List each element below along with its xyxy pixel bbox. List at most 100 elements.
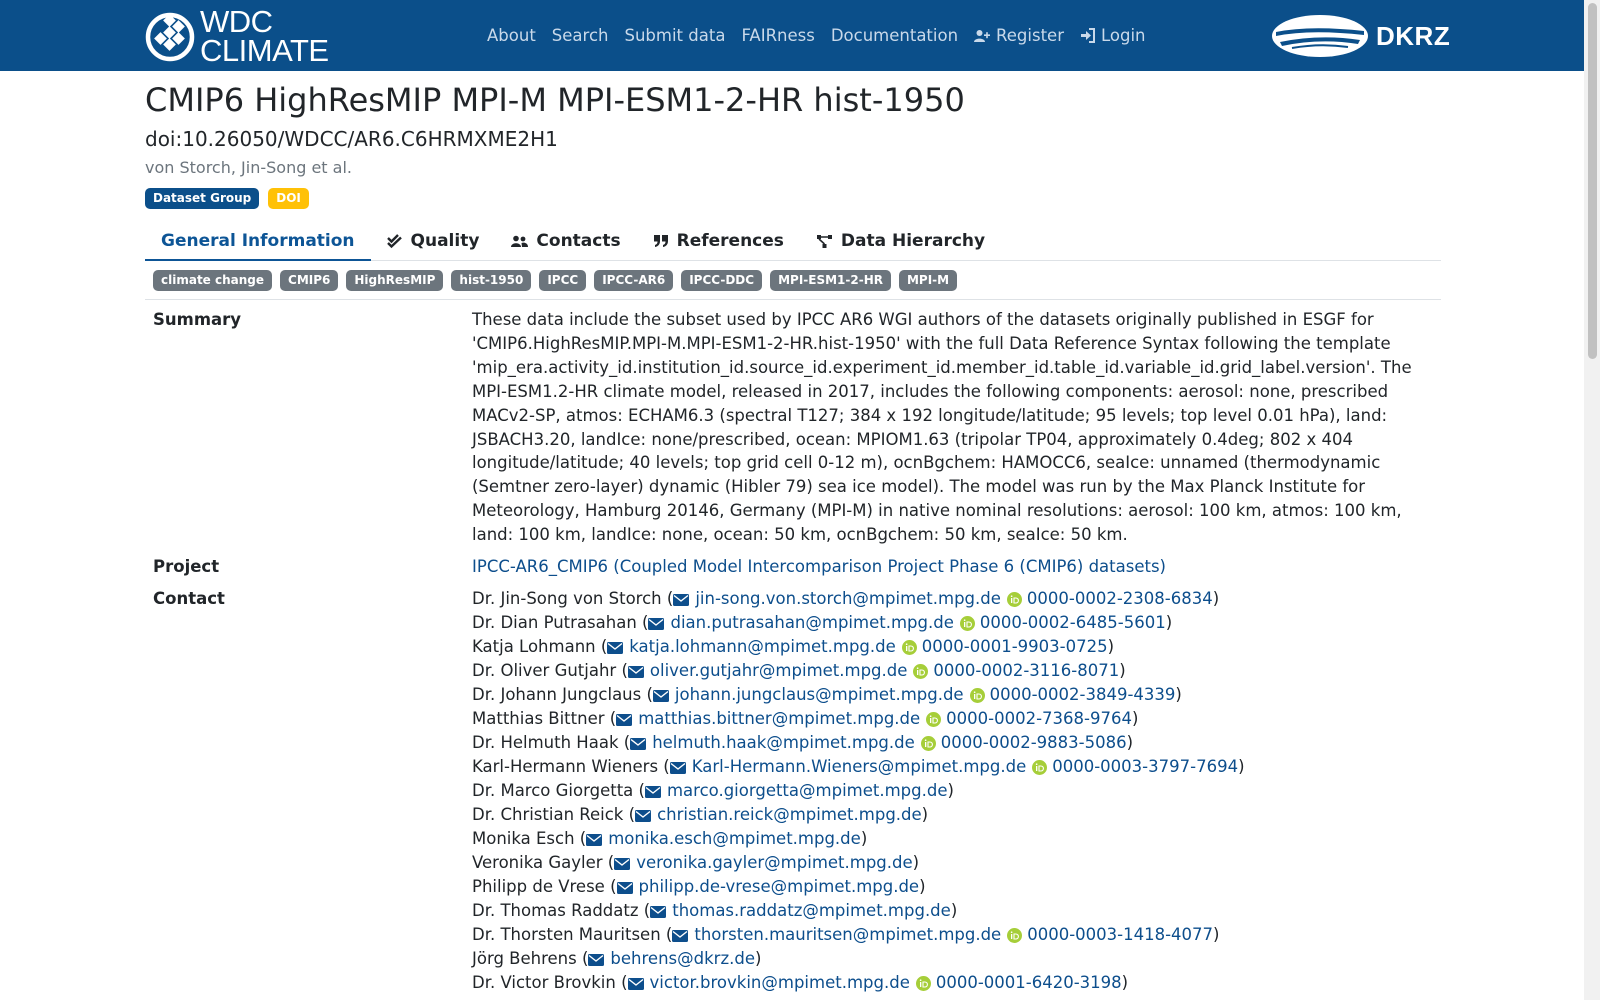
wdc-climate-logo[interactable]: WDC CLIMATE bbox=[144, 6, 329, 66]
orcid-icon bbox=[901, 640, 917, 656]
contact-email-link[interactable]: dian.putrasahan@mpimet.mpg.de bbox=[648, 613, 954, 632]
contact-email-link[interactable]: jin-song.von.storch@mpimet.mpg.de bbox=[673, 589, 1001, 608]
tab-contacts[interactable]: Contacts bbox=[495, 222, 636, 260]
orcid-icon bbox=[1032, 760, 1048, 776]
nav-documentation[interactable]: Documentation bbox=[823, 26, 966, 45]
tag-cmip6[interactable]: CMIP6 bbox=[280, 270, 339, 291]
contact-entry: Dr. Victor Brovkin (victor.brovkin@mpime… bbox=[472, 973, 1129, 993]
contact-orcid: 0000-0002-3116-8071 bbox=[933, 661, 1120, 681]
envelope-icon bbox=[627, 978, 644, 991]
contact-name: Jörg Behrens bbox=[472, 949, 577, 969]
envelope-icon bbox=[644, 786, 661, 799]
nav-search[interactable]: Search bbox=[544, 26, 617, 45]
contact-orcid-link[interactable]: 0000-0002-3849-4339 bbox=[964, 685, 1176, 705]
tag-ipcc-ddc[interactable]: IPCC-DDC bbox=[681, 270, 763, 291]
contact-email-link[interactable]: Karl-Hermann.Wieners@mpimet.mpg.de bbox=[669, 757, 1026, 776]
summary-label: Summary bbox=[153, 310, 242, 329]
contact-email-link[interactable]: katja.lohmann@mpimet.mpg.de bbox=[607, 637, 896, 657]
contact-entry: Dr. Marco Giorgetta (marco.giorgetta@mpi… bbox=[472, 781, 954, 801]
contact-email-link[interactable]: thomas.raddatz@mpimet.mpg.de bbox=[650, 901, 951, 920]
contact-orcid-link[interactable]: 0000-0002-9883-5086 bbox=[915, 733, 1127, 752]
nav-about[interactable]: About bbox=[479, 26, 544, 45]
project-label: Project bbox=[153, 557, 220, 577]
contact-email: jin-song.von.storch@mpimet.mpg.de bbox=[695, 589, 1001, 609]
contact-orcid-link[interactable]: 0000-0003-3797-7694 bbox=[1026, 757, 1238, 776]
contact-entry: Katja Lohmann (katja.lohmann@mpimet.mpg.… bbox=[472, 637, 1115, 657]
tab-references[interactable]: References bbox=[637, 222, 800, 260]
contact-orcid-link[interactable]: 0000-0002-6485-5601 bbox=[954, 613, 1166, 632]
contact-email-link[interactable]: behrens@dkrz.de bbox=[588, 949, 755, 968]
envelope-icon bbox=[669, 762, 686, 775]
contact-email-link[interactable]: veronika.gayler@mpimet.mpg.de bbox=[614, 853, 913, 872]
contact-email-link[interactable]: thorsten.mauritsen@mpimet.mpg.de bbox=[672, 925, 1001, 944]
contact-email-link[interactable]: matthias.bittner@mpimet.mpg.de bbox=[616, 709, 920, 728]
contact-entry: Dr. Thomas Raddatz (thomas.raddatz@mpime… bbox=[472, 901, 958, 921]
contact-orcid: 0000-0001-6420-3198 bbox=[935, 973, 1122, 993]
contact-email: katja.lohmann@mpimet.mpg.de bbox=[629, 637, 896, 657]
contact-name: Dr. Christian Reick bbox=[472, 805, 624, 825]
tag-ipcc-ar6[interactable]: IPCC-AR6 bbox=[594, 270, 674, 291]
contact-email-link[interactable]: oliver.gutjahr@mpimet.mpg.de bbox=[627, 661, 908, 681]
contact-email: oliver.gutjahr@mpimet.mpg.de bbox=[649, 661, 908, 681]
contact-email-link[interactable]: philipp.de-vrese@mpimet.mpg.de bbox=[616, 877, 919, 896]
contact-orcid-link[interactable]: 0000-0002-7368-9764 bbox=[920, 709, 1132, 728]
scrollbar-thumb[interactable] bbox=[1588, 3, 1597, 359]
contact-entry: Dr. Dian Putrasahan (dian.putrasahan@mpi… bbox=[472, 613, 1173, 633]
contact-email-link[interactable]: marco.giorgetta@mpimet.mpg.de bbox=[644, 781, 947, 800]
contact-email-link[interactable]: victor.brovkin@mpimet.mpg.de bbox=[627, 973, 910, 992]
page-scrollbar[interactable] bbox=[1584, 0, 1600, 1000]
orcid-icon bbox=[926, 712, 942, 728]
envelope-icon bbox=[614, 858, 631, 871]
tab-references-label: References bbox=[676, 231, 784, 251]
tab-general-information-label: General Information bbox=[161, 230, 355, 251]
contact-entry: Dr. Thorsten Mauritsen (thorsten.maurits… bbox=[472, 925, 1220, 945]
contact-email-link[interactable]: johann.jungclaus@mpimet.mpg.de bbox=[652, 685, 964, 705]
contact-name: Dr. Oliver Gutjahr bbox=[472, 661, 617, 681]
contact-orcid: 0000-0002-9883-5086 bbox=[940, 733, 1127, 753]
tag-mpi-m[interactable]: MPI-M bbox=[898, 270, 958, 291]
nav-register[interactable]: Register bbox=[966, 26, 1072, 45]
contact-name: Karl-Hermann Wieners bbox=[472, 757, 659, 777]
contact-name: Veronika Gayler bbox=[472, 853, 603, 873]
tab-data-hierarchy[interactable]: Data Hierarchy bbox=[800, 222, 1001, 260]
contact-orcid: 0000-0002-6485-5601 bbox=[979, 613, 1166, 633]
contact-email: monika.esch@mpimet.mpg.de bbox=[608, 829, 861, 849]
contact-orcid-link[interactable]: 0000-0002-2308-6834 bbox=[1001, 589, 1213, 608]
contact-name: Matthias Bittner bbox=[472, 709, 605, 729]
tag-ipcc[interactable]: IPCC bbox=[539, 270, 587, 291]
doi-badge: DOI bbox=[268, 188, 309, 209]
contact-orcid-link[interactable]: 0000-0001-6420-3198 bbox=[910, 973, 1122, 992]
envelope-icon bbox=[650, 906, 667, 919]
contact-name: Dr. Thomas Raddatz bbox=[472, 901, 639, 921]
contact-entry: Matthias Bittner (matthias.bittner@mpime… bbox=[472, 709, 1139, 729]
contact-row: Contact Dr. Jin-Song von Storch (jin-son… bbox=[145, 587, 1441, 995]
tag-highresmip[interactable]: HighResMIP bbox=[346, 270, 444, 291]
contact-email-link[interactable]: helmuth.haak@mpimet.mpg.de bbox=[630, 733, 915, 752]
tab-general-information[interactable]: General Information bbox=[145, 222, 371, 261]
nav-login[interactable]: Login bbox=[1072, 26, 1154, 45]
contact-orcid: 0000-0002-3849-4339 bbox=[989, 685, 1176, 705]
contact-email-link[interactable]: monika.esch@mpimet.mpg.de bbox=[586, 829, 861, 848]
project-link[interactable]: IPCC-AR6_CMIP6 (Coupled Model Intercompa… bbox=[472, 557, 1166, 576]
tag-mpi-esm1-2-hr[interactable]: MPI-ESM1-2-HR bbox=[770, 270, 891, 291]
contact-email: christian.reick@mpimet.mpg.de bbox=[657, 805, 922, 825]
hierarchy-icon bbox=[816, 234, 832, 248]
contact-orcid-link[interactable]: 0000-0001-9903-0725 bbox=[896, 637, 1108, 656]
tab-quality-label: Quality bbox=[410, 231, 480, 251]
users-icon bbox=[511, 235, 529, 247]
envelope-icon bbox=[673, 594, 690, 607]
nav-fairness[interactable]: FAIRness bbox=[733, 26, 822, 45]
contact-email-link[interactable]: christian.reick@mpimet.mpg.de bbox=[635, 805, 922, 824]
contact-entry: Dr. Johann Jungclaus (johann.jungclaus@m… bbox=[472, 685, 1182, 705]
contact-email: johann.jungclaus@mpimet.mpg.de bbox=[674, 685, 964, 705]
tag-hist-1950[interactable]: hist-1950 bbox=[451, 270, 532, 291]
tab-quality[interactable]: Quality bbox=[371, 222, 496, 260]
dkrz-logo[interactable]: DKRZ bbox=[1270, 12, 1450, 60]
contact-orcid-link[interactable]: 0000-0002-3116-8071 bbox=[907, 661, 1119, 680]
nav-submit-data[interactable]: Submit data bbox=[616, 26, 733, 45]
tag-climate-change[interactable]: climate change bbox=[153, 270, 273, 291]
contact-orcid-link[interactable]: 0000-0003-1418-4077 bbox=[1001, 925, 1213, 944]
contact-name: Dr. Jin-Song von Storch bbox=[472, 589, 662, 609]
main-content: CMIP6 HighResMIP MPI-M MPI-ESM1-2-HR his… bbox=[145, 71, 1441, 995]
contact-email: behrens@dkrz.de bbox=[610, 949, 755, 969]
